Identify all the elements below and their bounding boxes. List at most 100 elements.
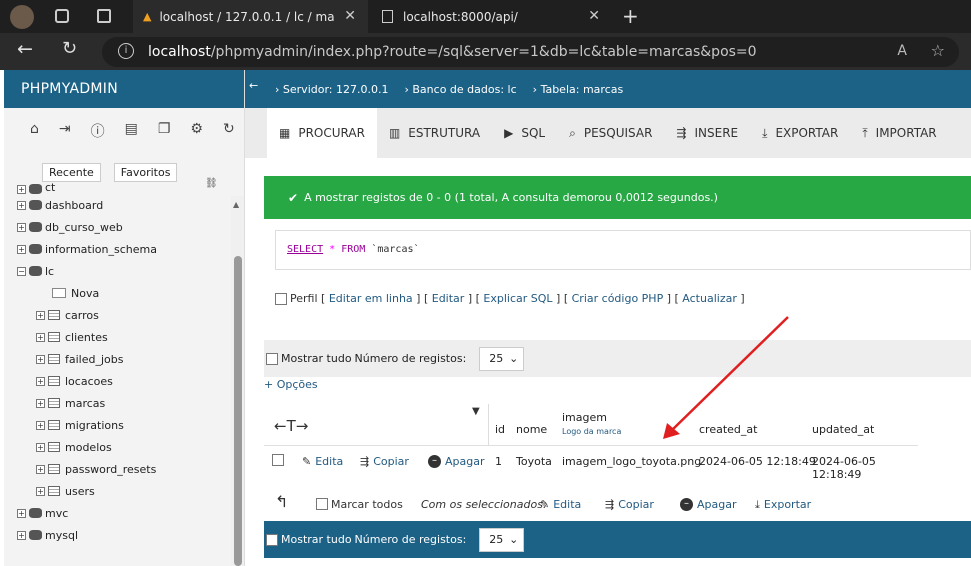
tree-table-password_resets[interactable]: + password_resets xyxy=(4,458,230,480)
column-header-nome[interactable]: nome xyxy=(516,423,547,436)
scroll-up-icon[interactable]: ▲ xyxy=(233,200,239,209)
tree-db-lc[interactable]: − lc xyxy=(4,260,230,282)
row-checkbox[interactable] xyxy=(272,454,284,466)
row-delete-button[interactable]: – Apagar xyxy=(428,455,485,468)
bulk-delete-button[interactable]: – Apagar xyxy=(680,498,737,511)
expand-icon[interactable]: + xyxy=(17,244,26,254)
breadcrumb-server[interactable]: › Servidor: 127.0.0.1 xyxy=(275,83,388,96)
expand-icon[interactable]: + xyxy=(36,398,45,408)
copy-icon[interactable]: ❐ xyxy=(158,121,171,148)
tree-db-mysql[interactable]: + mysql xyxy=(4,524,230,546)
logout-icon[interactable]: ⇥ xyxy=(59,121,71,148)
url-field[interactable]: i localhost /phpmyadmin/index.php?route=… xyxy=(102,37,959,67)
tree-table-modelos[interactable]: + modelos xyxy=(4,436,230,458)
expand-icon[interactable]: + xyxy=(36,310,45,320)
bulk-edit-button[interactable]: ✎ Edita xyxy=(540,498,581,511)
tree-table-locacoes[interactable]: + locacoes xyxy=(4,370,230,392)
close-tab-icon[interactable]: ✕ xyxy=(344,8,356,24)
tab-browse[interactable]: ▦ PROCURAR xyxy=(267,108,377,158)
tab-export[interactable]: ⤓ EXPORTAR xyxy=(750,108,850,158)
tree-db-information_schema[interactable]: + information_schema xyxy=(4,238,230,260)
create-php-code-link[interactable]: Criar código PHP xyxy=(572,292,664,305)
reload-icon[interactable]: ↻ xyxy=(62,38,77,59)
sidebar-scrollbar[interactable]: ▲ xyxy=(231,196,244,566)
workspaces-icon[interactable] xyxy=(55,9,69,23)
tree-table-users[interactable]: + users xyxy=(4,480,230,502)
cell-id[interactable]: 1 xyxy=(495,455,502,468)
site-info-icon[interactable]: i xyxy=(118,43,134,59)
tree-db-mvc[interactable]: + mvc xyxy=(4,502,230,524)
tree-table-failed_jobs[interactable]: + failed_jobs xyxy=(4,348,230,370)
column-resize-arrows[interactable]: ←T→ xyxy=(274,417,308,435)
info-icon[interactable]: ⓘ xyxy=(91,121,105,148)
bulk-export-button[interactable]: ⤓ Exportar xyxy=(755,498,811,512)
rows-select[interactable]: 25 ⌄ xyxy=(479,346,525,371)
tree-new-table[interactable]: Nova xyxy=(4,282,230,304)
tree-db-db_curso_web[interactable]: + db_curso_web xyxy=(4,216,230,238)
tab-search[interactable]: ⌕ PESQUISAR xyxy=(557,108,664,158)
column-header-updated_at[interactable]: updated_at xyxy=(812,423,874,436)
cell-imagem[interactable]: imagem_logo_toyota.png xyxy=(562,455,701,468)
show-all-checkbox[interactable] xyxy=(266,533,278,546)
browser-tab-phpmyadmin[interactable]: ▲ localhost / 127.0.0.1 / lc / marcas ✕ xyxy=(133,0,368,33)
cell-created_at[interactable]: 2024-06-05 12:18:49 xyxy=(699,455,816,468)
read-aloud-icon[interactable]: A xyxy=(897,43,907,59)
expand-icon[interactable]: + xyxy=(36,486,45,496)
refresh-link[interactable]: Actualizar xyxy=(682,292,737,305)
expand-icon[interactable]: + xyxy=(17,508,26,518)
home-icon[interactable]: ⌂ xyxy=(30,121,39,148)
expand-icon[interactable]: + xyxy=(36,464,45,474)
select-all-checkbox[interactable] xyxy=(316,498,328,510)
collapse-navigation-icon[interactable]: ← xyxy=(249,79,258,92)
expand-icon[interactable]: + xyxy=(36,442,45,452)
row-edit-button[interactable]: ✎ Edita xyxy=(302,455,343,468)
column-header-created_at[interactable]: created_at xyxy=(699,423,757,436)
rows-select[interactable]: 25 ⌄ xyxy=(479,527,525,552)
profile-checkbox[interactable] xyxy=(275,292,287,305)
expand-icon[interactable]: + xyxy=(17,200,26,210)
row-copy-button[interactable]: ⇶ Copiar xyxy=(360,455,409,468)
tree-db-dashboard[interactable]: + dashboard xyxy=(4,194,230,216)
breadcrumb-database[interactable]: › Banco de dados: lc xyxy=(404,83,516,96)
tab-import[interactable]: ⤒ IMPORTAR xyxy=(850,108,948,158)
phpmyadmin-logo[interactable]: PHPMYADMIN xyxy=(4,70,244,108)
sql-query-box[interactable]: SELECT * FROM `marcas` xyxy=(275,230,971,270)
expand-icon[interactable]: + xyxy=(36,420,45,430)
select-all-label[interactable]: Marcar todos xyxy=(331,498,403,511)
scrollbar-thumb[interactable] xyxy=(234,256,242,566)
back-icon[interactable]: ← xyxy=(17,38,33,60)
browser-tab-api[interactable]: localhost:8000/api/ ✕ xyxy=(372,0,612,33)
favorites-button[interactable]: Favoritos xyxy=(113,163,178,182)
expand-icon[interactable]: + xyxy=(17,185,26,194)
column-header-imagem[interactable]: imagem xyxy=(562,411,607,424)
edit-query-link[interactable]: Editar xyxy=(432,292,465,305)
tab-actions-icon[interactable] xyxy=(97,9,111,23)
collapse-icon[interactable]: − xyxy=(17,266,26,276)
expand-icon[interactable]: + xyxy=(36,376,45,386)
recent-button[interactable]: Recente xyxy=(42,163,101,182)
profile-avatar[interactable] xyxy=(10,5,34,29)
tree-table-carros[interactable]: + carros xyxy=(4,304,230,326)
favorite-star-icon[interactable]: ☆ xyxy=(931,41,945,60)
reload-navigation-icon[interactable]: ↻ xyxy=(223,121,235,148)
tree-table-marcas[interactable]: + marcas xyxy=(4,392,230,414)
expand-icon[interactable]: + xyxy=(36,332,45,342)
settings-gear-icon[interactable]: ⚙ xyxy=(190,121,203,148)
options-toggle[interactable]: + Opções xyxy=(264,378,318,391)
expand-icon[interactable]: + xyxy=(36,354,45,364)
tree-table-clientes[interactable]: + clientes xyxy=(4,326,230,348)
tab-structure[interactable]: ▥ ESTRUTURA xyxy=(377,108,492,158)
explain-sql-link[interactable]: Explicar SQL xyxy=(483,292,552,305)
expand-icon[interactable]: + xyxy=(17,530,26,540)
tab-insert[interactable]: ⇶ INSERE xyxy=(664,108,750,158)
cell-updated_at[interactable]: 2024-06-05 12:18:49 xyxy=(812,455,918,481)
tree-table-migrations[interactable]: + migrations xyxy=(4,414,230,436)
column-header-id[interactable]: id xyxy=(495,423,505,436)
new-tab-icon[interactable]: + xyxy=(622,4,639,28)
breadcrumb-table[interactable]: › Tabela: marcas xyxy=(533,83,624,96)
sort-dropdown-icon[interactable]: ▼ xyxy=(472,406,480,417)
close-tab-icon[interactable]: ✕ xyxy=(588,8,600,24)
inline-edit-link[interactable]: Editar em linha xyxy=(329,292,413,305)
tab-sql[interactable]: ▶ SQL xyxy=(492,108,557,158)
expand-icon[interactable]: + xyxy=(17,222,26,232)
